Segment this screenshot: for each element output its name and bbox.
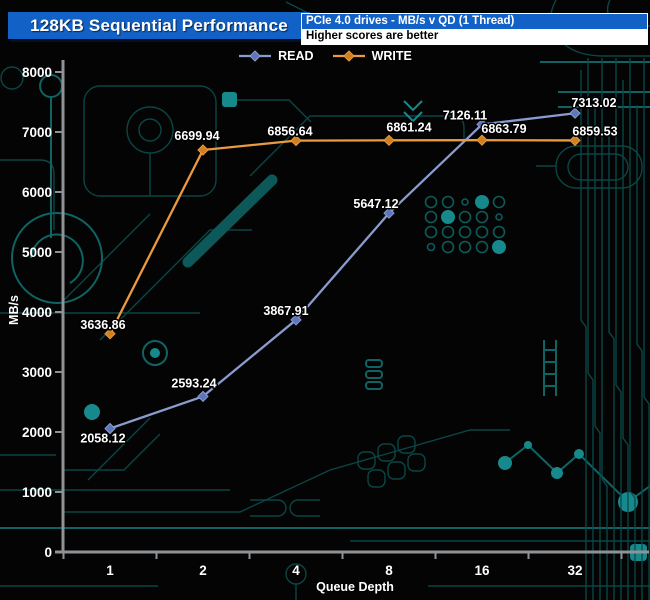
write-line-swatch-icon bbox=[332, 50, 365, 62]
chart-title: 128KB Sequential Performance bbox=[30, 15, 288, 35]
read-line-swatch-icon bbox=[239, 50, 272, 62]
y-tick-label: 0 bbox=[44, 545, 52, 560]
y-tick-label: 1000 bbox=[22, 485, 52, 500]
read-data-label: 2593.24 bbox=[171, 376, 216, 390]
legend-label-write: WRITE bbox=[371, 49, 412, 63]
y-tick-label: 6000 bbox=[22, 185, 52, 200]
read-data-label: 5647.12 bbox=[353, 197, 398, 211]
write-data-label: 6699.94 bbox=[174, 129, 219, 143]
y-tick-label: 2000 bbox=[22, 425, 52, 440]
read-data-label: 3867.91 bbox=[263, 304, 308, 318]
y-tick-label: 4000 bbox=[22, 305, 52, 320]
y-tick-label: 3000 bbox=[22, 365, 52, 380]
y-tick-label: 5000 bbox=[22, 245, 52, 260]
x-tick-label: 32 bbox=[567, 563, 582, 578]
write-data-label: 3636.86 bbox=[80, 318, 125, 332]
read-data-label: 7126.11 bbox=[443, 108, 488, 122]
legend-item-read[interactable]: READ bbox=[238, 49, 314, 63]
x-tick-label: 1 bbox=[106, 563, 114, 578]
plot-area: 0 1000 2000 3000 4000 5000 6000 7000 8000 1 2 4 8 16 3… bbox=[22, 60, 649, 578]
y-tick-label: 7000 bbox=[22, 125, 52, 140]
write-data-label: 6856.64 bbox=[267, 125, 312, 139]
x-tick-label: 2 bbox=[199, 563, 207, 578]
write-data-label: 6859.53 bbox=[572, 124, 617, 138]
write-marker bbox=[383, 134, 395, 147]
chart-subtitle: PCIe 4.0 drives - MB/s v QD (1 Thread) bbox=[302, 14, 647, 29]
legend-item-write[interactable]: WRITE bbox=[332, 49, 412, 63]
x-tick-label: 4 bbox=[292, 563, 300, 578]
x-axis-title: Queue Depth bbox=[316, 580, 394, 594]
write-series: 3636.86 6699.94 6856.64 6861.24 6863.79 6859.… bbox=[79, 119, 619, 340]
write-data-label: 6861.24 bbox=[386, 120, 431, 134]
performance-chart-window: 0 1000 2000 3000 4000 5000 6000 7000 8000 1 2 4 8 16 3… bbox=[0, 0, 650, 600]
legend: READ WRITE bbox=[0, 49, 650, 63]
chart-title-bar: 128KB Sequential Performance bbox=[8, 12, 310, 39]
write-data-label: 6863.79 bbox=[481, 122, 526, 136]
x-tick-label: 8 bbox=[385, 563, 393, 578]
legend-label-read: READ bbox=[278, 49, 314, 63]
y-tick-label: 8000 bbox=[22, 65, 52, 80]
read-data-label: 2058.12 bbox=[80, 432, 125, 446]
y-axis-title: MB/s bbox=[7, 295, 21, 325]
read-data-label: 7313.02 bbox=[571, 96, 616, 110]
write-marker bbox=[476, 134, 488, 146]
chart-subtitle-block: PCIe 4.0 drives - MB/s v QD (1 Thread) H… bbox=[301, 13, 648, 45]
read-series: 2058.12 2593.24 3867.91 5647.12 7126.11 7313.… bbox=[79, 95, 618, 447]
write-marker bbox=[197, 144, 209, 156]
chart-note: Higher scores are better bbox=[302, 29, 647, 44]
x-tick-label: 16 bbox=[474, 563, 490, 578]
